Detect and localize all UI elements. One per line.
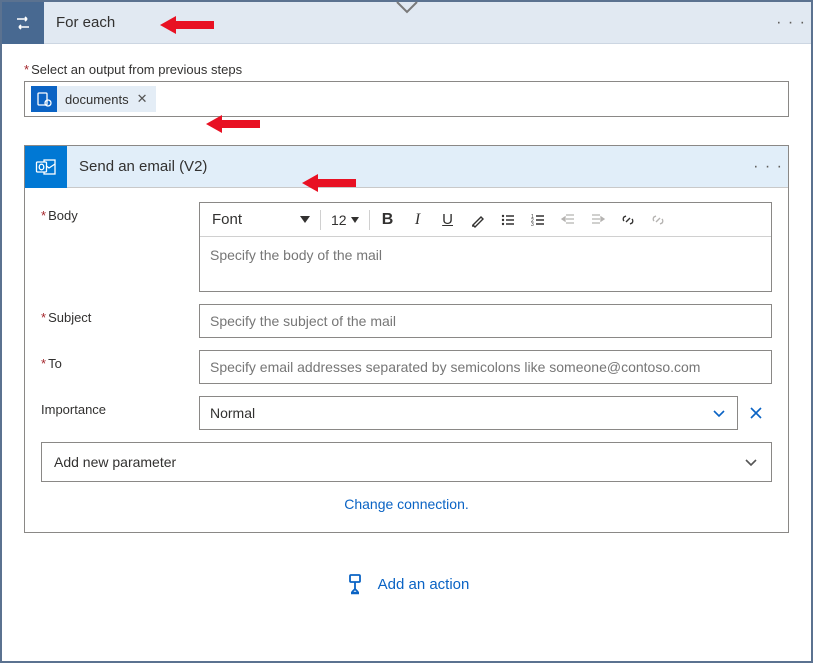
importance-label: Importance (41, 396, 199, 417)
bullet-list-button[interactable] (494, 207, 522, 233)
underline-button[interactable]: U (434, 207, 462, 233)
add-action-button[interactable]: Add an action (344, 573, 470, 595)
select-output-input[interactable]: documents ✕ (24, 81, 789, 117)
token-label: documents (65, 92, 129, 107)
add-step-icon (344, 573, 366, 595)
chevron-down-icon (743, 454, 759, 470)
rte-toolbar: Font 12 B I U (200, 203, 771, 237)
foreach-menu-button[interactable]: · · · (771, 14, 811, 32)
number-list-button[interactable]: 123 (524, 207, 552, 233)
chevron-down-icon (711, 405, 727, 421)
importance-clear-button[interactable] (748, 405, 772, 421)
italic-button[interactable]: I (404, 207, 432, 233)
bold-button[interactable]: B (374, 207, 402, 233)
importance-select[interactable]: Normal (199, 396, 738, 430)
send-email-menu-button[interactable]: · · · (748, 158, 788, 176)
token-documents[interactable]: documents ✕ (31, 86, 156, 112)
add-parameter-dropdown[interactable]: Add new parameter (41, 442, 772, 482)
select-output-label: *Select an output from previous steps (24, 62, 789, 77)
document-list-icon (31, 86, 57, 112)
unlink-button[interactable] (644, 207, 672, 233)
font-size-dropdown[interactable]: 12 (325, 207, 365, 233)
to-label: *To (41, 350, 199, 371)
link-button[interactable] (614, 207, 642, 233)
send-email-header[interactable]: Send an email (V2) · · · (25, 146, 788, 188)
highlight-button[interactable] (464, 207, 492, 233)
body-editor[interactable]: Font 12 B I U (199, 202, 772, 292)
outdent-button[interactable] (554, 207, 582, 233)
change-connection-link[interactable]: Change connection. (344, 496, 469, 512)
add-parameter-label: Add new parameter (54, 454, 176, 470)
svg-text:3: 3 (531, 222, 534, 228)
add-action-label: Add an action (378, 576, 470, 593)
body-textarea[interactable]: Specify the body of the mail (200, 237, 771, 291)
subject-label: *Subject (41, 304, 199, 325)
subject-input[interactable] (199, 304, 772, 338)
outlook-icon (25, 146, 67, 188)
send-email-card: Send an email (V2) · · · *Body Font 12 (24, 145, 789, 533)
flow-arrow-down-icon (396, 1, 418, 15)
body-label: *Body (41, 202, 199, 223)
to-input[interactable] (199, 350, 772, 384)
font-dropdown[interactable]: Font (206, 207, 316, 233)
token-remove-icon[interactable]: ✕ (137, 91, 148, 107)
indent-button[interactable] (584, 207, 612, 233)
foreach-title: For each (44, 14, 771, 31)
loop-icon (2, 2, 44, 44)
send-email-title: Send an email (V2) (67, 158, 748, 175)
importance-value: Normal (210, 405, 255, 421)
